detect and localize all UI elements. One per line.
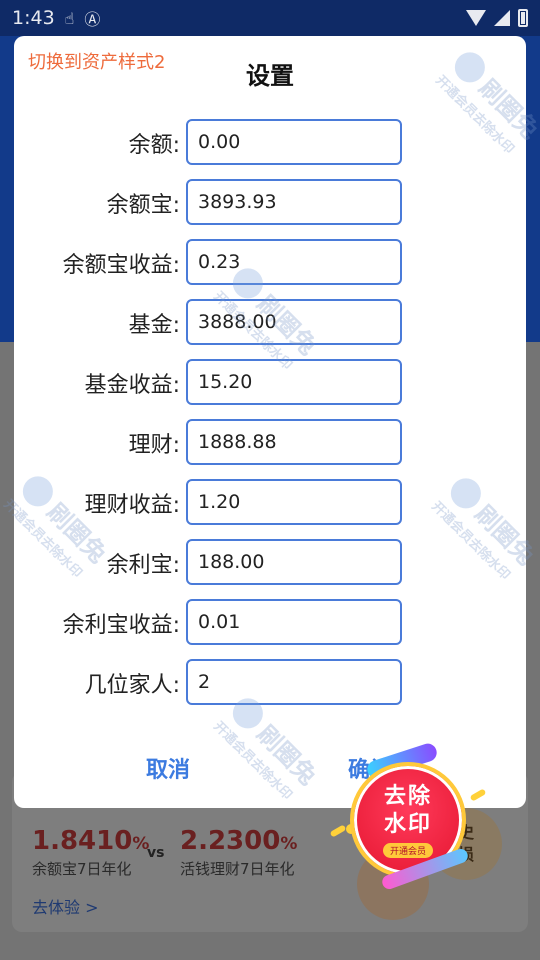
field-row-wealth-income: 理财收益: bbox=[14, 479, 526, 525]
wealth-input[interactable] bbox=[186, 419, 402, 465]
settings-dialog: 切换到资产样式2 设置 余额: 余额宝: 余额宝收益: 基金: 基金收益: 理财… bbox=[14, 36, 526, 808]
rate-yuebao: 1.8410% 余额宝7日年化 bbox=[32, 826, 149, 879]
vs-label: vs bbox=[147, 845, 165, 861]
fund-income-input[interactable] bbox=[186, 359, 402, 405]
field-label: 理财: bbox=[128, 433, 180, 458]
dialog-title: 设置 bbox=[246, 62, 294, 90]
signal-icon bbox=[494, 10, 510, 26]
badge-subtitle: 开通会员 bbox=[382, 842, 433, 858]
wifi-icon bbox=[466, 10, 486, 26]
field-row-yulibao-income: 余利宝收益: bbox=[14, 599, 526, 645]
yulibao-income-input[interactable] bbox=[186, 599, 402, 645]
badge-title-line1: 去除 bbox=[383, 783, 432, 809]
rate-huoqian: 2.2300% 活钱理财7日年化 bbox=[180, 826, 297, 879]
field-row-wealth: 理财: bbox=[14, 419, 526, 465]
field-label: 理财收益: bbox=[84, 493, 180, 518]
trial-link[interactable]: 去体验 > bbox=[32, 894, 99, 918]
field-label: 余额宝收益: bbox=[62, 253, 180, 278]
wealth-income-input[interactable] bbox=[186, 479, 402, 525]
rate-yuebao-value: 1.8410 bbox=[32, 826, 133, 856]
yuebao-input[interactable] bbox=[186, 179, 402, 225]
badge-title-line2: 水印 bbox=[383, 811, 432, 837]
field-row-yulibao: 余利宝: bbox=[14, 539, 526, 585]
rate-huoqian-label: 活钱理财7日年化 bbox=[180, 860, 295, 878]
field-label: 余额: bbox=[128, 133, 180, 158]
field-label: 余额宝: bbox=[106, 193, 180, 218]
rate-huoqian-unit: % bbox=[280, 834, 298, 854]
status-bar: 1:43 ☝ Ⓐ bbox=[0, 0, 540, 36]
field-label: 基金: bbox=[128, 313, 180, 338]
field-label: 几位家人: bbox=[84, 673, 180, 698]
family-count-input[interactable] bbox=[186, 659, 402, 705]
touch-icon: ☝ bbox=[64, 8, 75, 28]
rate-yuebao-label: 余额宝7日年化 bbox=[32, 860, 132, 878]
field-row-fund-income: 基金收益: bbox=[14, 359, 526, 405]
field-label: 余利宝收益: bbox=[62, 613, 180, 638]
a-icon: Ⓐ bbox=[84, 10, 101, 29]
rate-huoqian-value: 2.2300 bbox=[180, 826, 281, 856]
status-time: 1:43 bbox=[12, 7, 55, 29]
balance-input[interactable] bbox=[186, 119, 402, 165]
field-row-balance: 余额: bbox=[14, 119, 526, 165]
cancel-button[interactable]: 取消 bbox=[146, 752, 190, 784]
field-row-yuebao: 余额宝: bbox=[14, 179, 526, 225]
yulibao-input[interactable] bbox=[186, 539, 402, 585]
fund-input[interactable] bbox=[186, 299, 402, 345]
battery-icon bbox=[518, 9, 528, 27]
field-label: 基金收益: bbox=[84, 373, 180, 398]
field-label: 余利宝: bbox=[106, 553, 180, 578]
field-row-family: 几位家人: bbox=[14, 659, 526, 705]
field-row-fund: 基金: bbox=[14, 299, 526, 345]
yuebao-income-input[interactable] bbox=[186, 239, 402, 285]
field-row-yuebao-income: 余额宝收益: bbox=[14, 239, 526, 285]
